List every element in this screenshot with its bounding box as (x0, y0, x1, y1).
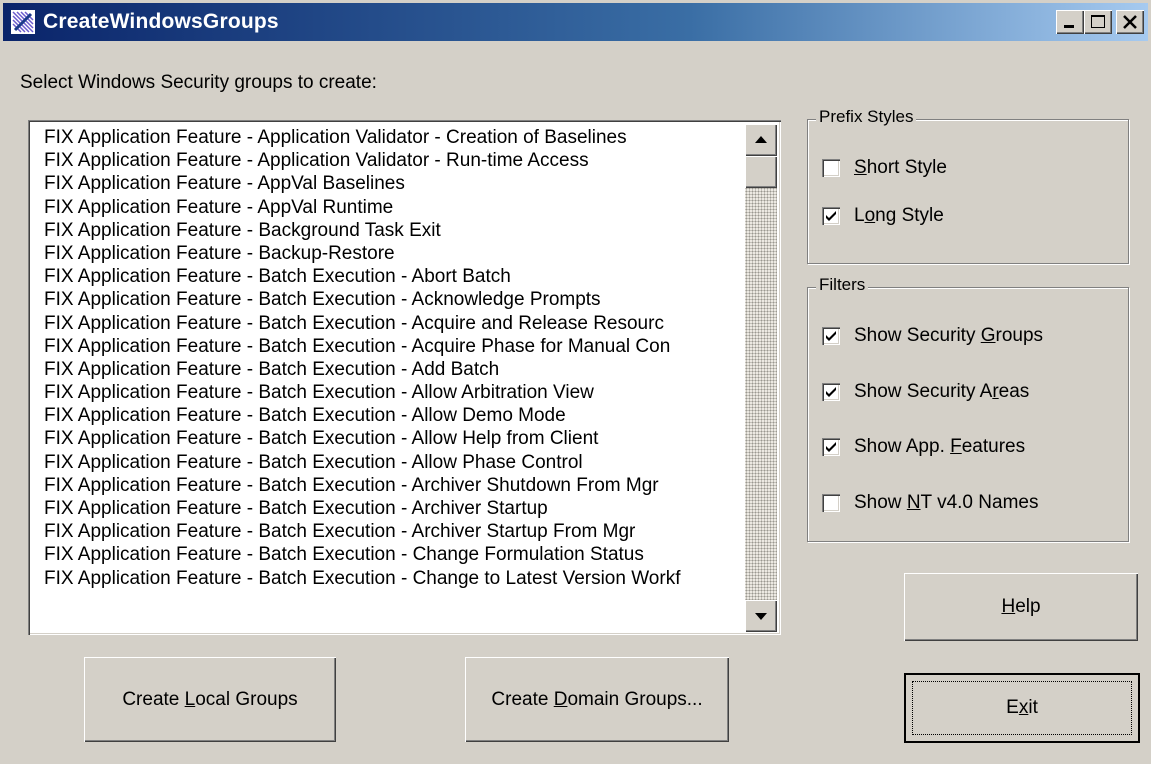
scroll-thumb[interactable] (745, 156, 777, 188)
list-item[interactable]: FIX Application Feature - Batch Executio… (44, 497, 744, 520)
list-item[interactable]: FIX Application Feature - Batch Executio… (44, 451, 744, 474)
create-windows-groups-window: CreateWindowsGroups Select Windows Secur… (0, 0, 1151, 764)
focus-rectangle (912, 681, 1132, 735)
list-item[interactable]: FIX Application Feature - Application Va… (44, 126, 744, 149)
short-style-label: Short Style (854, 157, 947, 178)
long-style-label: Long Style (854, 205, 944, 226)
security-groups-listbox[interactable]: FIX Application Feature - Application Va… (28, 120, 781, 635)
list-item[interactable]: FIX Application Feature - AppVal Runtime (44, 196, 744, 219)
scroll-up-button[interactable] (745, 124, 777, 156)
prefix-styles-group: Prefix Styles Short Style Long Style (807, 107, 1129, 264)
maximize-icon (1091, 15, 1105, 28)
checkmark-icon (826, 442, 836, 452)
list-item[interactable]: FIX Application Feature - Batch Executio… (44, 312, 744, 335)
list-item[interactable]: FIX Application Feature - Batch Executio… (44, 381, 744, 404)
list-item[interactable]: FIX Application Feature - Batch Executio… (44, 474, 744, 497)
close-button[interactable] (1116, 10, 1144, 34)
create-domain-groups-button[interactable]: Create Domain Groups... (465, 657, 729, 742)
show-app-features-box[interactable] (822, 438, 840, 456)
filters-group: Filters Show Security Groups Show Securi… (807, 275, 1129, 542)
list-item[interactable]: FIX Application Feature - Batch Executio… (44, 265, 744, 288)
list-item[interactable]: FIX Application Feature - AppVal Baselin… (44, 172, 744, 195)
list-item[interactable]: FIX Application Feature - Background Tas… (44, 219, 744, 242)
show-security-groups-box[interactable] (822, 327, 840, 345)
scroll-down-button[interactable] (745, 600, 777, 632)
list-item[interactable]: FIX Application Feature - Backup-Restore (44, 242, 744, 265)
filters-legend: Filters (816, 275, 869, 295)
app-icon (11, 10, 35, 34)
create-domain-groups-label: Create Domain Groups... (491, 689, 703, 710)
create-local-groups-button[interactable]: Create Local Groups (84, 657, 336, 742)
create-local-groups-label: Create Local Groups (122, 689, 298, 710)
prompt-label: Select Windows Security groups to create… (20, 72, 377, 93)
list-item[interactable]: FIX Application Feature - Batch Executio… (44, 404, 744, 427)
list-item[interactable]: FIX Application Feature - Batch Executio… (44, 358, 744, 381)
help-button[interactable]: Help (904, 573, 1138, 641)
list-items: FIX Application Feature - Application Va… (44, 126, 744, 590)
title-bar[interactable]: CreateWindowsGroups (3, 3, 1148, 41)
show-nt-names-label: Show NT v4.0 Names (854, 492, 1039, 513)
window-title: CreateWindowsGroups (43, 10, 279, 33)
checkmark-icon (826, 331, 836, 341)
show-nt-names-box[interactable] (822, 494, 840, 512)
show-security-areas-box[interactable] (822, 383, 840, 401)
list-item[interactable]: FIX Application Feature - Batch Executio… (44, 427, 744, 450)
close-icon (1123, 15, 1137, 29)
list-item[interactable]: FIX Application Feature - Batch Executio… (44, 520, 744, 543)
exit-button[interactable]: Exit (904, 673, 1140, 743)
checkmark-icon (826, 211, 836, 221)
list-item[interactable]: FIX Application Feature - Batch Executio… (44, 567, 744, 590)
arrow-up-icon (755, 136, 767, 143)
list-item[interactable]: FIX Application Feature - Batch Executio… (44, 288, 744, 311)
show-security-areas-label: Show Security Areas (854, 381, 1030, 402)
long-style-box[interactable] (822, 207, 840, 225)
minimize-button[interactable] (1056, 10, 1084, 34)
help-label: Help (1001, 596, 1041, 617)
arrow-down-icon (755, 613, 767, 620)
list-item[interactable]: FIX Application Feature - Application Va… (44, 149, 744, 172)
vertical-scrollbar[interactable] (745, 124, 777, 632)
list-item[interactable]: FIX Application Feature - Batch Executio… (44, 335, 744, 358)
prefix-styles-legend: Prefix Styles (816, 107, 917, 127)
minimize-icon (1064, 25, 1074, 28)
checkmark-icon (826, 387, 836, 397)
show-security-groups-label: Show Security Groups (854, 325, 1044, 346)
list-item[interactable]: FIX Application Feature - Batch Executio… (44, 543, 744, 566)
show-app-features-label: Show App. Features (854, 436, 1026, 457)
maximize-button[interactable] (1084, 10, 1112, 34)
short-style-box[interactable] (822, 159, 840, 177)
